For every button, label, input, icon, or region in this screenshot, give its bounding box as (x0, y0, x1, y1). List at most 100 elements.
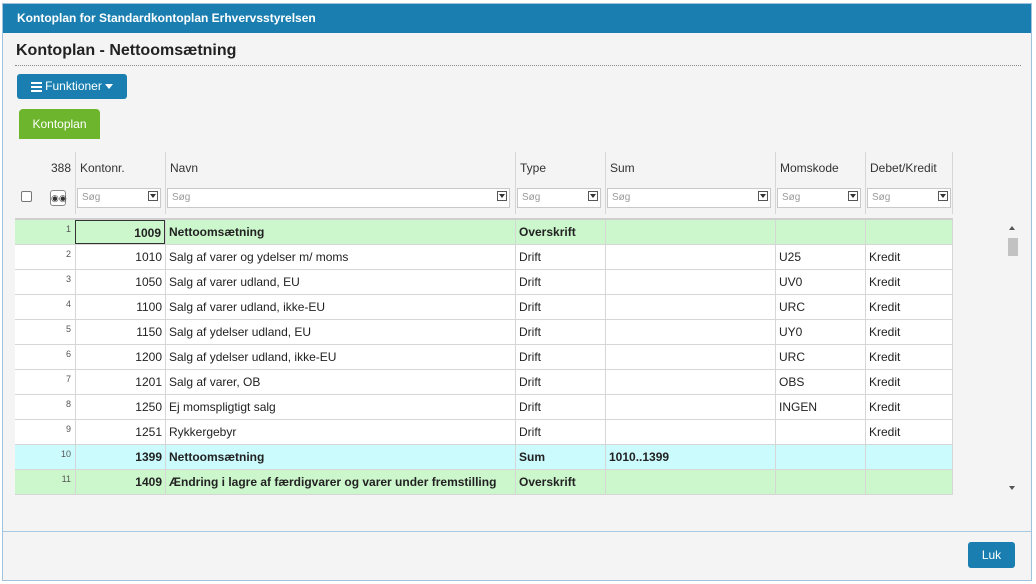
vertical-scrollbar[interactable] (1006, 222, 1019, 494)
cell-type[interactable]: Overskrift (515, 470, 605, 494)
cell-navn[interactable]: Salg af ydelser udland, ikke-EU (165, 345, 515, 369)
scroll-thumb[interactable] (1008, 238, 1018, 256)
select-all-checkbox[interactable] (21, 191, 32, 202)
cell-navn[interactable]: Salg af varer, OB (165, 370, 515, 394)
cell-kontonr[interactable]: 1200 (75, 345, 165, 369)
cell-sum[interactable] (605, 395, 775, 419)
table-row[interactable]: 8 1250 Ej momspligtigt salg Drift INGEN Kredi… (15, 395, 953, 420)
cell-navn[interactable]: Salg af varer og ydelser m/ moms (165, 245, 515, 269)
functions-menu-button[interactable]: Funktioner (17, 74, 127, 99)
table-row[interactable]: 6 1200 Salg af ydelser udland, ikke-EU Drif… (15, 345, 953, 370)
filter-dropdown-icon[interactable] (938, 191, 948, 201)
cell-debet-kredit[interactable] (865, 445, 953, 469)
filter-momskode[interactable]: Søg (777, 188, 861, 208)
cell-debet-kredit[interactable]: Kredit (865, 420, 953, 444)
dialog-window: Kontoplan for Standardkontoplan Erhvervs… (2, 3, 1032, 581)
cell-kontonr[interactable]: 1250 (75, 395, 165, 419)
cell-type[interactable]: Drift (515, 295, 605, 319)
cell-sum[interactable] (605, 420, 775, 444)
cell-momskode[interactable]: UV0 (775, 270, 865, 294)
cell-kontonr[interactable]: 1010 (75, 245, 165, 269)
filter-type[interactable]: Søg (517, 188, 601, 208)
cell-debet-kredit[interactable]: Kredit (865, 320, 953, 344)
cell-kontonr[interactable]: 1251 (75, 420, 165, 444)
cell-type[interactable]: Drift (515, 345, 605, 369)
cell-type[interactable]: Drift (515, 245, 605, 269)
filter-dropdown-icon[interactable] (148, 191, 158, 201)
cell-type[interactable]: Drift (515, 420, 605, 444)
cell-type[interactable]: Drift (515, 395, 605, 419)
cell-momskode[interactable] (775, 445, 865, 469)
cell-debet-kredit[interactable]: Kredit (865, 370, 953, 394)
table-row[interactable]: 4 1100 Salg af varer udland, ikke-EU Drift U… (15, 295, 953, 320)
table-row[interactable]: 5 1150 Salg af ydelser udland, EU Drift UY0 K… (15, 320, 953, 345)
cell-kontonr[interactable]: 1201 (75, 370, 165, 394)
cell-navn[interactable]: Salg af varer udland, ikke-EU (165, 295, 515, 319)
cell-momskode[interactable]: U25 (775, 245, 865, 269)
cell-debet-kredit[interactable]: Kredit (865, 270, 953, 294)
filter-dropdown-icon[interactable] (758, 191, 768, 201)
cell-kontonr[interactable]: 1050 (75, 270, 165, 294)
cell-debet-kredit[interactable] (865, 220, 953, 244)
filter-debet-kredit[interactable]: Søg (867, 188, 951, 208)
cell-kontonr[interactable]: 1399 (75, 445, 165, 469)
cell-kontonr[interactable]: 1100 (75, 295, 165, 319)
cell-momskode[interactable]: OBS (775, 370, 865, 394)
cell-sum[interactable] (605, 220, 775, 244)
binoculars-icon[interactable]: ◉◉ (50, 190, 67, 206)
cell-sum[interactable] (605, 470, 775, 494)
filter-kontonr[interactable]: Søg (77, 188, 161, 208)
cell-navn[interactable]: Nettoomsætning (165, 445, 515, 469)
cell-debet-kredit[interactable] (865, 470, 953, 494)
cell-kontonr[interactable]: 1150 (75, 320, 165, 344)
cell-type[interactable]: Drift (515, 270, 605, 294)
accounts-grid: 388 Kontonr. Navn Type Sum Momskode Debe… (15, 152, 953, 495)
cell-debet-kredit[interactable]: Kredit (865, 345, 953, 369)
cell-type[interactable]: Drift (515, 370, 605, 394)
cell-sum[interactable] (605, 245, 775, 269)
table-row[interactable]: 2 1010 Salg af varer og ydelser m/ moms Dri… (15, 245, 953, 270)
cell-sum[interactable] (605, 345, 775, 369)
tab-kontoplan[interactable]: Kontoplan (19, 109, 100, 139)
cell-sum[interactable] (605, 320, 775, 344)
scroll-down-icon[interactable] (1009, 486, 1015, 490)
cell-navn[interactable]: Salg af ydelser udland, EU (165, 320, 515, 344)
table-row[interactable]: 10 1399 Nettoomsætning Sum 1010..1399 (15, 445, 953, 470)
table-row[interactable]: 11 1409 Ændring i lagre af færdigvarer og … (15, 470, 953, 495)
filter-dropdown-icon[interactable] (588, 191, 598, 201)
cell-debet-kredit[interactable]: Kredit (865, 395, 953, 419)
cell-momskode[interactable]: INGEN (775, 395, 865, 419)
cell-sum[interactable] (605, 295, 775, 319)
cell-kontonr[interactable]: 1409 (75, 470, 165, 494)
cell-kontonr[interactable]: 1009 (75, 220, 165, 244)
cell-momskode[interactable] (775, 470, 865, 494)
cell-debet-kredit[interactable]: Kredit (865, 295, 953, 319)
cell-momskode[interactable]: URC (775, 295, 865, 319)
cell-sum[interactable] (605, 370, 775, 394)
cell-navn[interactable]: Ej momspligtigt salg (165, 395, 515, 419)
filter-dropdown-icon[interactable] (848, 191, 858, 201)
filter-dropdown-icon[interactable] (497, 191, 507, 201)
cell-type[interactable]: Overskrift (515, 220, 605, 244)
filter-navn[interactable]: Søg (167, 188, 510, 208)
cell-type[interactable]: Sum (515, 445, 605, 469)
cell-momskode[interactable]: UY0 (775, 320, 865, 344)
cell-momskode[interactable] (775, 420, 865, 444)
cell-sum[interactable]: 1010..1399 (605, 445, 775, 469)
filter-sum[interactable]: Søg (607, 188, 771, 208)
cell-type[interactable]: Drift (515, 320, 605, 344)
cell-debet-kredit[interactable]: Kredit (865, 245, 953, 269)
cell-momskode[interactable] (775, 220, 865, 244)
cell-sum[interactable] (605, 270, 775, 294)
table-row[interactable]: 9 1251 Rykkergebyr Drift Kredit (15, 420, 953, 445)
table-row[interactable]: 7 1201 Salg af varer, OB Drift OBS Kredit (15, 370, 953, 395)
cell-navn[interactable]: Rykkergebyr (165, 420, 515, 444)
cell-navn[interactable]: Salg af varer udland, EU (165, 270, 515, 294)
cell-momskode[interactable]: URC (775, 345, 865, 369)
table-row[interactable]: 1 1009 Nettoomsætning Overskrift (15, 220, 953, 245)
table-row[interactable]: 3 1050 Salg af varer udland, EU Drift UV0 Kre… (15, 270, 953, 295)
cell-navn[interactable]: Ændring i lagre af færdigvarer og varer … (165, 470, 515, 494)
scroll-up-icon[interactable] (1009, 226, 1015, 230)
close-button[interactable]: Luk (968, 542, 1015, 568)
cell-navn[interactable]: Nettoomsætning (165, 220, 515, 244)
